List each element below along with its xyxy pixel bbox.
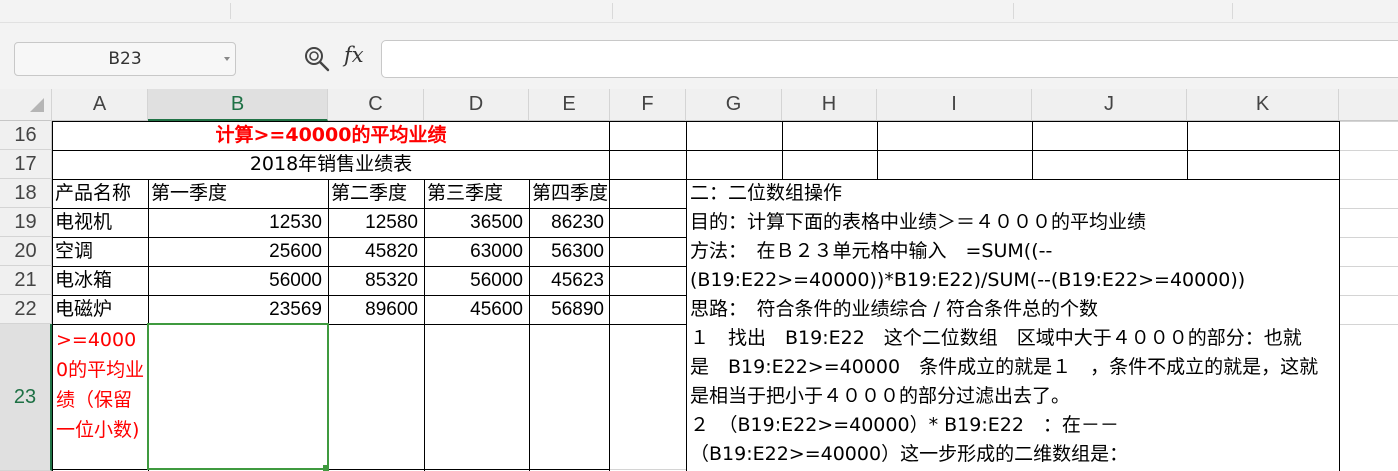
- cell-c21[interactable]: 85320: [328, 266, 424, 295]
- cell-b22[interactable]: 23569: [148, 295, 328, 324]
- cell-c19[interactable]: 12580: [328, 208, 424, 237]
- cell-d21[interactable]: 56000: [424, 266, 529, 295]
- zoom-magnifier-icon[interactable]: [303, 45, 331, 73]
- toolbar-separator: [612, 3, 613, 19]
- cell-d22[interactable]: 45600: [424, 295, 529, 324]
- gridline: [1339, 179, 1398, 180]
- note-line: 二：二位数组操作: [690, 182, 843, 204]
- cell-b19[interactable]: 12530: [148, 208, 328, 237]
- column-header-d[interactable]: D: [424, 89, 529, 121]
- row-header-23[interactable]: 23: [0, 324, 52, 471]
- column-header-h[interactable]: H: [782, 89, 877, 121]
- cell-a21[interactable]: 电冰箱: [52, 266, 148, 295]
- note-line: 是 B19:E22>=40000 条件成立的就是１ ，条件不成立的就是，这就: [690, 356, 1319, 378]
- cell-e19[interactable]: 86230: [529, 208, 610, 237]
- row-header-20[interactable]: 20: [0, 237, 52, 266]
- cell-e21[interactable]: 45623: [529, 266, 610, 295]
- row-header-18[interactable]: 18: [0, 179, 52, 208]
- toolbar-separator: [230, 3, 231, 19]
- select-all-triangle-icon: [30, 98, 44, 112]
- column-header-a[interactable]: A: [52, 89, 148, 121]
- toolbar-separator: [1013, 3, 1014, 19]
- cell-a20[interactable]: 空调: [52, 237, 148, 266]
- header-cell-q1[interactable]: 第一季度: [148, 179, 328, 208]
- row-header-19[interactable]: 19: [0, 208, 52, 237]
- column-header-f[interactable]: F: [610, 89, 686, 121]
- cell-border: [1187, 121, 1188, 179]
- cell-border: [1032, 121, 1033, 179]
- note-line: 是相当于把小于４０００的部分过滤出去了。: [690, 385, 1071, 407]
- note-line: (B19:E22>=40000))*B19:E22)/SUM(--(B19:E2…: [690, 269, 1246, 291]
- column-header-j[interactable]: J: [1032, 89, 1187, 121]
- cell-border: [686, 121, 1339, 122]
- header-cell-q3[interactable]: 第三季度: [424, 179, 529, 208]
- column-header-k[interactable]: K: [1187, 89, 1339, 121]
- note-line: 目的：计算下面的表格中业绩＞＝４０００的平均业绩: [690, 211, 1147, 233]
- gridline: [610, 469, 686, 470]
- fill-handle[interactable]: [323, 465, 329, 471]
- row-header-22[interactable]: 22: [0, 295, 52, 324]
- cell-a19[interactable]: 电视机: [52, 208, 148, 237]
- note-line: 方法： 在Ｂ２３单元格中输入 =SUM((--: [690, 240, 1053, 262]
- cell-a22[interactable]: 电磁炉: [52, 295, 148, 324]
- selected-cell-b23[interactable]: [147, 323, 329, 470]
- sheet-subtitle-cell[interactable]: 2018年销售业绩表: [52, 150, 610, 179]
- row-header-17[interactable]: 17: [0, 150, 52, 179]
- column-header-b[interactable]: B: [148, 89, 328, 121]
- cell-d19[interactable]: 36500: [424, 208, 529, 237]
- chevron-down-icon[interactable]: [224, 57, 230, 61]
- cell-e22[interactable]: 56890: [529, 295, 610, 324]
- header-cell-q4[interactable]: 第四季度: [529, 179, 610, 208]
- cell-border: [782, 121, 783, 179]
- column-header-l[interactable]: [1339, 89, 1398, 121]
- cell-border: [877, 121, 878, 179]
- gridline: [1339, 150, 1398, 151]
- cell-border: [686, 121, 687, 471]
- cell-e20[interactable]: 56300: [529, 237, 610, 266]
- sheet-title-cell[interactable]: 计算>=40000的平均业绩: [52, 121, 610, 150]
- toolbar-strip: [0, 0, 1398, 23]
- gridline: [1339, 237, 1398, 238]
- cell-border: [686, 150, 1339, 151]
- spreadsheet-grid: A B C D E F G H I J K 16 17 18 19 20 21 …: [0, 89, 1398, 471]
- note-line: １ 找出 B19:E22 这个二位数组 区域中大于４０００的部分：也就: [690, 327, 1302, 349]
- cell-c20[interactable]: 45820: [328, 237, 424, 266]
- note-line: 思路： 符合条件的业绩综合 / 符合条件总的个数: [690, 298, 1098, 320]
- column-header-g[interactable]: G: [686, 89, 782, 121]
- row-header-16[interactable]: 16: [0, 121, 52, 150]
- cell-c22[interactable]: 89600: [328, 295, 424, 324]
- function-icon[interactable]: fx: [344, 43, 364, 67]
- column-header-i[interactable]: I: [877, 89, 1032, 121]
- note-line: ２ （B19:E22>=40000）* B19:E22 ：在－－: [690, 414, 1119, 436]
- cell-border: [1339, 121, 1340, 471]
- column-header-e[interactable]: E: [529, 89, 610, 121]
- cell-b21[interactable]: 56000: [148, 266, 328, 295]
- gridline: [1339, 266, 1398, 267]
- select-all-corner[interactable]: [0, 89, 52, 121]
- cell-b20[interactable]: 25600: [148, 237, 328, 266]
- gridline: [1339, 295, 1398, 296]
- gridline: [1339, 324, 1398, 325]
- row-header-21[interactable]: 21: [0, 266, 52, 295]
- name-box[interactable]: B23: [14, 42, 236, 76]
- toolbar-separator: [1232, 3, 1233, 19]
- formula-input[interactable]: [381, 40, 1398, 78]
- formula-bar: B23 fx: [0, 23, 1398, 89]
- column-header-c[interactable]: C: [328, 89, 424, 121]
- cell-d20[interactable]: 63000: [424, 237, 529, 266]
- gridline: [1339, 121, 1398, 122]
- cell-a23[interactable]: >=40000的平均业绩（保留一位小数): [52, 325, 148, 471]
- gridline: [1339, 208, 1398, 209]
- header-cell-q2[interactable]: 第二季度: [328, 179, 424, 208]
- header-cell-product[interactable]: 产品名称: [52, 179, 148, 208]
- note-line: （B19:E22>=40000）这一步形成的二维数组是：: [690, 443, 1129, 465]
